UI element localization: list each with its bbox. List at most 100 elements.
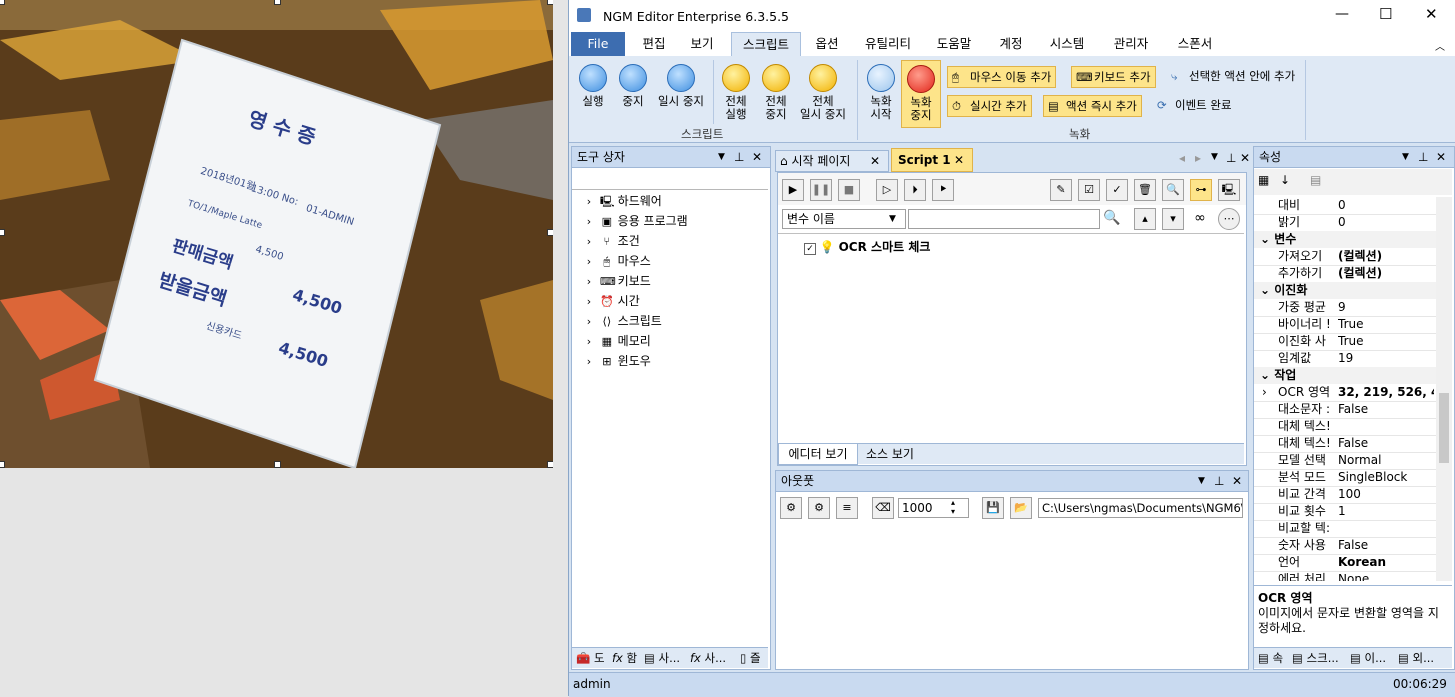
tree-item-keyboard[interactable]: › ⌨ 키보드 (582, 271, 651, 291)
tree-item-memory[interactable]: › ▦ 메모리 (582, 331, 651, 351)
dropdown-icon[interactable]: ▼ (718, 147, 725, 167)
record-stop-button[interactable]: 녹화 중지 (901, 60, 941, 128)
bottom-tab-image[interactable]: ▤ 이... (1350, 648, 1386, 668)
tab-edit[interactable]: 편집 (633, 32, 675, 56)
bottom-tab-toolbox[interactable]: 🧰 도 (576, 648, 605, 668)
move-up-icon[interactable]: ▴ (1134, 208, 1156, 230)
eraser-icon[interactable]: ⌫ (872, 497, 894, 519)
play-icon[interactable]: ▶ (782, 179, 804, 201)
prop-row-language[interactable]: 언어 Korean (1254, 554, 1436, 572)
spinner-icon[interactable]: ▴ ▾ (951, 498, 955, 516)
prop-row-compare-text[interactable]: 비교할 텍: (1254, 520, 1436, 538)
log-count-input[interactable]: 1000 ▴ ▾ (898, 498, 969, 518)
prop-row-binary[interactable]: 바이너리 ! True (1254, 316, 1436, 334)
prop-row-error-handling[interactable]: 에러 처리 None (1254, 571, 1436, 581)
more-icon[interactable]: ⋯ (1218, 208, 1240, 230)
pin-icon[interactable]: ⊥ (1226, 151, 1236, 165)
expand-arrow-icon[interactable]: › (582, 295, 596, 309)
prop-value[interactable]: 32, 219, 526, 4 (1338, 384, 1434, 401)
bottom-tab-function[interactable]: fx 함 (612, 648, 637, 668)
move-down-icon[interactable]: ▾ (1162, 208, 1184, 230)
tab-close-icon[interactable]: ✕ (954, 149, 964, 171)
tab-options[interactable]: 옵션 (805, 32, 849, 56)
log-settings-icon[interactable]: ⚙ (808, 497, 830, 519)
prop-category-task[interactable]: ⌄ 작업 (1254, 367, 1436, 384)
tree-item-hardware[interactable]: › 🖳 하드웨어 (582, 191, 662, 211)
pause-all-button[interactable]: 전체 일시 중지 (795, 64, 851, 121)
property-pages-icon[interactable]: ▤ (1310, 173, 1321, 187)
prop-row-weighted-avg[interactable]: 가중 평균 9 (1254, 299, 1436, 317)
add-keyboard-button[interactable]: ⌨ 키보드 추가 (1071, 66, 1156, 88)
prop-row-compare-count[interactable]: 비교 횟수 1 (1254, 503, 1436, 521)
tab-help[interactable]: 도움말 (927, 32, 981, 56)
prop-row-threshold[interactable]: 임계값 19 (1254, 350, 1436, 368)
collapse-ribbon-icon[interactable]: ︿ (1435, 38, 1445, 53)
tab-file[interactable]: File (571, 32, 625, 56)
prop-value[interactable]: 100 (1338, 486, 1434, 503)
prop-row-add[interactable]: 추가하기 (컬렉션) (1254, 265, 1436, 283)
tree-view-icon[interactable]: ⊶ (1190, 179, 1212, 201)
prop-row-alt-text-use[interactable]: 대체 텍스! False (1254, 435, 1436, 453)
collapse-icon[interactable]: ⌄ (1254, 283, 1270, 297)
record-start-button[interactable]: 녹화 시작 (863, 64, 899, 121)
bottom-tab-properties[interactable]: ▤ 속 (1258, 648, 1283, 668)
tree-item-script[interactable]: › ⟨⟩ 스크립트 (582, 311, 662, 331)
expand-arrow-icon[interactable]: › (582, 335, 596, 349)
resize-handle-bm[interactable] (274, 461, 281, 468)
resize-handle-mr[interactable] (547, 229, 553, 236)
prop-value[interactable]: True (1338, 316, 1434, 333)
prop-row-analysis-mode[interactable]: 분석 모드 SingleBlock (1254, 469, 1436, 487)
prop-value[interactable]: False (1338, 537, 1434, 554)
prop-value[interactable]: Korean (1338, 554, 1434, 571)
tab-list-icon[interactable]: ▼ (1211, 152, 1218, 162)
prop-value[interactable]: 1 (1338, 503, 1434, 520)
prop-value[interactable]: (컬렉션) (1338, 265, 1434, 282)
tab-script[interactable]: 스크립트 (731, 32, 801, 57)
play-from-icon[interactable]: ⯈ (932, 179, 954, 201)
stop-button[interactable]: 중지 (615, 64, 651, 108)
prop-row-ocr-area[interactable]: › OCR 영역 32, 219, 526, 4 (1254, 384, 1436, 402)
collapse-icon[interactable]: ⌄ (1254, 232, 1270, 246)
dropdown-icon[interactable]: ▼ (1402, 147, 1409, 167)
tab-script-1[interactable]: Script 1 ✕ (891, 148, 973, 172)
resize-handle-tr[interactable] (547, 0, 553, 5)
sort-az-icon[interactable]: ↓ (1280, 173, 1290, 187)
prop-category-variable[interactable]: ⌄ 변수 (1254, 231, 1436, 248)
prop-value[interactable]: Normal (1338, 452, 1434, 469)
expand-arrow-icon[interactable]: › (582, 315, 596, 329)
expand-arrow-icon[interactable]: › (1262, 384, 1267, 401)
bottom-tab-user-actions[interactable]: ▤ 사... (644, 648, 680, 668)
pin-icon[interactable]: ⊥ (1418, 147, 1428, 167)
clear-filter-icon[interactable]: ⚙ (780, 497, 802, 519)
prop-row-model[interactable]: 모델 선택 Normal (1254, 452, 1436, 470)
scrollbar-thumb[interactable] (1439, 393, 1449, 463)
resize-handle-tm[interactable] (274, 0, 281, 5)
scroll-right-icon[interactable]: ▸ (1195, 151, 1201, 165)
bottom-tab-favorites[interactable]: ▯ 즐 (740, 648, 761, 668)
play-selected-icon[interactable]: ⏵ (904, 179, 926, 201)
prop-value[interactable]: 9 (1338, 299, 1434, 316)
checkbox-icon[interactable]: ✓ (804, 243, 816, 255)
doc-close-icon[interactable]: ✕ (1240, 151, 1250, 165)
add-in-selected-button[interactable]: ⤷ 선택한 액션 안에 추가 (1167, 66, 1299, 86)
folder-icon[interactable]: 📂 (1010, 497, 1032, 519)
toolbox-search-input[interactable] (572, 169, 768, 190)
prop-row-contrast[interactable]: 대비 0 (1254, 197, 1436, 215)
resize-handle-tl[interactable] (0, 0, 5, 5)
prop-value[interactable]: (컬렉션) (1338, 248, 1434, 265)
prop-value[interactable]: False (1338, 435, 1434, 452)
save-icon[interactable]: 💾 (982, 497, 1004, 519)
step-icon[interactable]: ▷ (876, 179, 898, 201)
tab-account[interactable]: 계정 (989, 32, 1033, 56)
script-node-ocr[interactable]: ✓ 💡 OCR 스마트 체크 (804, 238, 930, 256)
expand-arrow-icon[interactable]: › (582, 215, 596, 229)
tab-utility[interactable]: 유틸리티 (857, 32, 919, 56)
run-button[interactable]: 실행 (575, 64, 611, 108)
run-all-button[interactable]: 전체 실행 (717, 64, 755, 121)
delete-icon[interactable]: 🗑 (1134, 179, 1156, 201)
minimize-icon[interactable]: — (1335, 6, 1349, 22)
prop-value[interactable]: 0 (1338, 214, 1434, 231)
categorized-icon[interactable]: ▦ (1258, 173, 1269, 187)
prop-value[interactable]: False (1338, 401, 1434, 418)
prop-value[interactable]: SingleBlock (1338, 469, 1434, 486)
